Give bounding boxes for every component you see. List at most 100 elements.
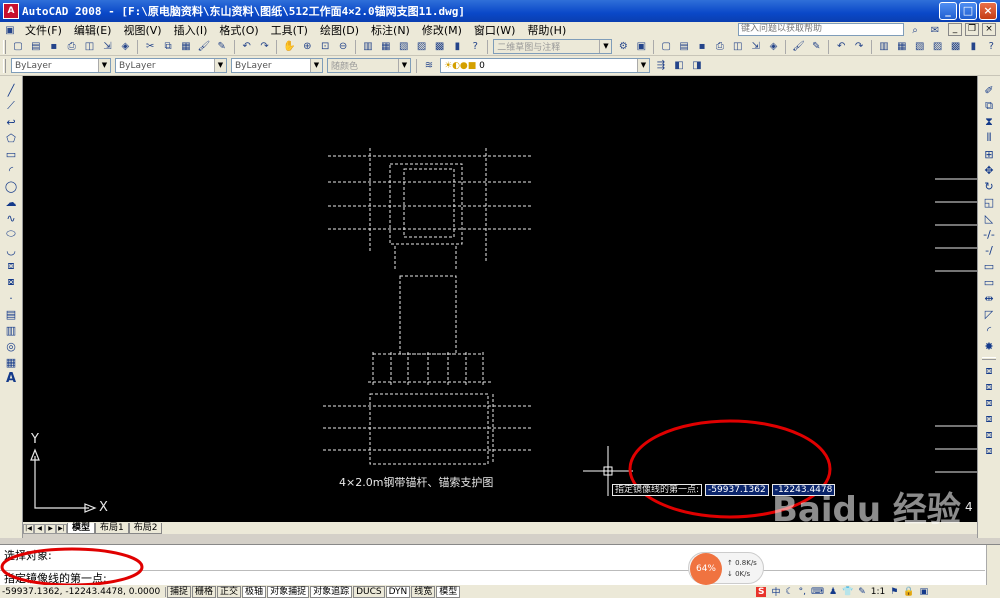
my-workspace-icon[interactable]: ▣ [633,39,649,54]
tab-layout2[interactable]: 布局2 [128,523,163,534]
ortho-toggle[interactable]: 正交 [217,585,242,598]
coordinate-readout[interactable]: -59937.1362, -12243.4478, 0.0000 [0,586,166,597]
toolbar-grip[interactable] [3,58,6,73]
tab-prev-button[interactable]: ◀ [34,524,45,534]
paste-icon[interactable]: ▦ [178,39,194,54]
3d-dwf-icon-2[interactable]: ◈ [766,39,782,54]
block-editor-icon-2[interactable]: ✎ [808,39,824,54]
rectangle-icon[interactable]: ▭ [3,147,19,161]
annotation-visibility-icon[interactable]: ⚑ [890,587,898,597]
copy-object-icon[interactable]: ⧉ [981,99,997,113]
zoom-window-icon[interactable]: ⊡ [317,39,333,54]
mirror-icon[interactable]: ⧗ [981,115,997,129]
chevron-down-icon[interactable]: ▼ [599,40,612,53]
menu-tools[interactable]: 工具(T) [265,22,314,38]
doc-close-button[interactable]: × [982,23,996,36]
send-to-back-icon[interactable]: ⧈ [981,412,997,426]
layer-states-icon[interactable]: ◨ [689,58,705,73]
properties-icon-2[interactable]: ▥ [876,39,892,54]
zoom-previous-icon[interactable]: ⊖ [335,39,351,54]
dynamic-input-x-field[interactable]: -59937.1362 [705,484,769,496]
menu-file[interactable]: 文件(F) [19,22,68,38]
help-icon-2[interactable]: ? [983,39,999,54]
help-search-input[interactable]: 键入问题以获取帮助 [738,23,904,36]
undo-icon[interactable]: ↶ [239,39,255,54]
workspace-combo[interactable]: 二维草图与注释 ▼ [493,39,613,54]
document-icon[interactable]: ▣ [2,23,18,38]
break-icon[interactable]: ▭ [981,275,997,289]
properties-icon[interactable]: ▥ [360,39,376,54]
tab-next-button[interactable]: ▶ [45,524,56,534]
ime-moon-icon[interactable]: ☾ [786,587,794,597]
ime-logo-icon[interactable]: S [756,586,767,597]
polar-toggle[interactable]: 极轴 [242,585,267,598]
toolbar-grip[interactable] [3,39,6,54]
markup-icon-2[interactable]: ▩ [948,39,964,54]
tab-first-button[interactable]: |◀ [23,524,34,534]
calculator-icon[interactable]: ▮ [449,39,465,54]
sheet-set-icon[interactable]: ▨ [414,39,430,54]
rotate-icon[interactable]: ↻ [981,179,997,193]
send-under-icon[interactable]: ⧈ [981,396,997,410]
text-to-front-icon[interactable]: ⧈ [981,444,997,458]
layer-manager-icon[interactable]: ≋ [421,58,437,73]
help-icon[interactable]: ? [467,39,483,54]
layer-combo[interactable]: ☀◐●■ 0 ▼ [440,58,650,73]
chevron-down-icon[interactable]: ▼ [310,59,322,72]
model-toggle[interactable]: 模型 [436,585,461,598]
bring-above-icon[interactable]: ⧈ [981,380,997,394]
chevron-down-icon[interactable]: ▼ [98,59,110,72]
pan-icon[interactable]: ✋ [281,39,297,54]
plot-preview-icon[interactable]: ◫ [82,39,98,54]
toolbar-grip[interactable] [982,357,996,360]
fillet-icon[interactable]: ◜ [981,323,997,337]
command-scrollbar[interactable] [986,545,1000,586]
trim-icon[interactable]: -/- [981,227,997,241]
move-icon[interactable]: ✥ [981,163,997,177]
new-icon[interactable]: ▢ [10,39,26,54]
ellipse-arc-icon[interactable]: ◡ [3,243,19,257]
design-center-icon[interactable]: ▦ [378,39,394,54]
drawing-canvas[interactable]: Y X 4×2.0m钢带锚杆、锚索支护图 4 指定镜像线的第一点: -59937… [23,76,977,522]
open-icon-2[interactable]: ▤ [676,39,692,54]
table-icon[interactable]: ▦ [3,355,19,369]
cut-icon[interactable]: ✂ [142,39,158,54]
lock-icon[interactable]: 🔒 [903,587,914,597]
redo-icon[interactable]: ↷ [257,39,273,54]
tab-model[interactable]: 模型 [67,523,96,534]
lineweight-combo[interactable]: ByLayer ▼ [231,58,323,73]
chevron-down-icon[interactable]: ▼ [637,59,649,72]
grid-toggle[interactable]: 栅格 [192,585,217,598]
stretch-icon[interactable]: ◺ [981,211,997,225]
search-icon[interactable]: ⌕ [907,23,923,38]
draworder-icon[interactable]: ⧈ [981,364,997,378]
menu-edit[interactable]: 编辑(E) [68,22,118,38]
tab-layout1[interactable]: 布局1 [95,523,129,534]
print-icon-2[interactable]: ⎙ [712,39,728,54]
zoom-realtime-icon[interactable]: ⊕ [299,39,315,54]
menu-modify[interactable]: 修改(M) [416,22,468,38]
markup-icon[interactable]: ▩ [432,39,448,54]
doc-minimize-button[interactable]: _ [948,23,962,36]
plot-preview-icon-2[interactable]: ◫ [730,39,746,54]
menu-dimension[interactable]: 标注(N) [365,22,416,38]
3d-dwf-icon[interactable]: ◈ [117,39,133,54]
osnap-toggle[interactable]: 对象捕捉 [267,585,310,598]
match-properties-icon-2[interactable]: 🖌 [790,39,806,54]
tool-palettes-icon[interactable]: ▧ [396,39,412,54]
publish-icon-2[interactable]: ⇲ [748,39,764,54]
line-icon[interactable]: ╱ [3,83,19,97]
linetype-combo[interactable]: ByLayer ▼ [115,58,227,73]
chevron-down-icon[interactable]: ▼ [398,59,410,72]
revision-cloud-icon[interactable]: ☁ [3,195,19,209]
ducs-toggle[interactable]: DUCS [353,585,385,598]
calculator-icon-2[interactable]: ▮ [965,39,981,54]
spline-icon[interactable]: ∿ [3,211,19,225]
clean-screen-icon[interactable]: ▣ [920,587,929,597]
open-icon[interactable]: ▤ [28,39,44,54]
menu-insert[interactable]: 插入(I) [168,22,214,38]
layer-previous-icon[interactable]: ◧ [671,58,687,73]
copy-icon[interactable]: ⧉ [160,39,176,54]
join-icon[interactable]: ⇹ [981,291,997,305]
undo-icon-2[interactable]: ↶ [833,39,849,54]
